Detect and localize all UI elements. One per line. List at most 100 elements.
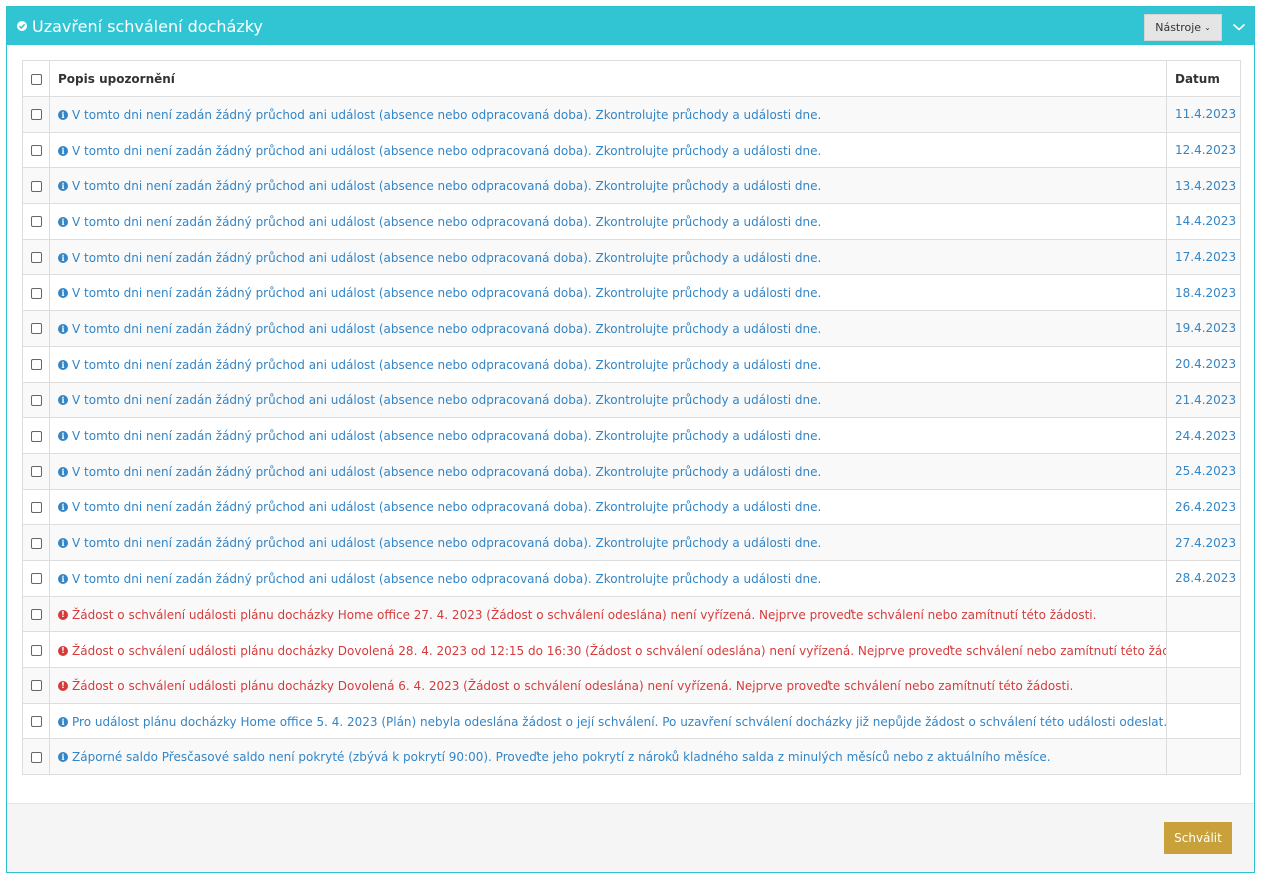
row-checkbox[interactable]: [31, 394, 42, 406]
info-circle-icon: i: [58, 145, 68, 156]
alert-message[interactable]: i V tomto dni není zadán žádný průchod an…: [58, 393, 821, 407]
alert-date[interactable]: 24.4.2023: [1166, 417, 1241, 454]
row-checkbox-cell: [22, 452, 50, 490]
alert-description-cell: i V tomto dni není zadán žádný průchod an…: [49, 167, 1167, 205]
alert-message[interactable]: i V tomto dni není zadán žádný průchod an…: [58, 144, 821, 158]
tools-dropdown-button[interactable]: Nástroje ⌄: [1144, 14, 1222, 41]
row-checkbox[interactable]: [31, 323, 42, 335]
alert-description-cell: i V tomto dni není zadán žádný průchod an…: [49, 524, 1167, 561]
alert-date[interactable]: 26.4.2023: [1166, 488, 1241, 526]
alerts-table: Popis upozornění Datum i V tomto dni není…: [22, 60, 1241, 776]
row-checkbox[interactable]: [31, 644, 42, 656]
row-checkbox[interactable]: [31, 359, 42, 371]
alert-message[interactable]: i V tomto dni není zadán žádný průchod an…: [58, 215, 821, 229]
row-checkbox[interactable]: [31, 430, 42, 442]
alert-text: V tomto dni není zadán žádný průchod ani…: [72, 214, 822, 229]
alert-date[interactable]: [1166, 667, 1241, 704]
row-checkbox-cell: [22, 167, 50, 205]
alert-message[interactable]: i V tomto dni není zadán žádný průchod an…: [58, 500, 821, 514]
alert-date[interactable]: [1166, 702, 1241, 740]
row-checkbox-cell: [22, 131, 50, 169]
row-checkbox-cell: [22, 96, 50, 133]
alert-description-cell: i V tomto dni není zadán žádný průchod an…: [49, 417, 1167, 454]
alert-message[interactable]: i V tomto dni není zadán žádný průchod an…: [58, 108, 821, 122]
row-checkbox[interactable]: [31, 608, 42, 620]
row-checkbox-cell: [22, 310, 50, 347]
row-checkbox[interactable]: [31, 716, 42, 728]
alert-date[interactable]: 27.4.2023: [1166, 524, 1241, 561]
alert-message[interactable]: i V tomto dni není zadán žádný průchod an…: [58, 429, 821, 443]
row-checkbox-cell: [22, 631, 50, 668]
alert-message[interactable]: i V tomto dni není zadán žádný průchod an…: [58, 322, 821, 336]
chevron-down-icon: ⌄: [1204, 23, 1211, 32]
alert-description-cell: ! Žádost o schválení události plánu dochá…: [49, 667, 1167, 704]
row-checkbox[interactable]: [31, 216, 42, 228]
alert-date[interactable]: 28.4.2023: [1166, 559, 1241, 597]
alert-message[interactable]: i Záporné saldo Přesčasové saldo není pok…: [58, 750, 1051, 764]
alert-date[interactable]: 18.4.2023: [1166, 274, 1241, 312]
alert-message[interactable]: i V tomto dni není zadán žádný průchod an…: [58, 179, 821, 193]
alert-date[interactable]: 11.4.2023: [1166, 96, 1241, 133]
alert-message[interactable]: ! Žádost o schválení události plánu dochá…: [58, 608, 1096, 622]
alert-date[interactable]: [1166, 738, 1241, 776]
panel-header: Uzavření schválení docházky Nástroje ⌄: [7, 7, 1254, 45]
row-checkbox[interactable]: [31, 501, 42, 513]
row-checkbox[interactable]: [31, 109, 42, 121]
select-all-checkbox[interactable]: [31, 73, 42, 85]
alert-message[interactable]: i V tomto dni není zadán žádný průchod an…: [58, 251, 821, 265]
alert-date[interactable]: [1166, 595, 1241, 633]
alert-date[interactable]: 12.4.2023: [1166, 131, 1241, 169]
alert-text: V tomto dni není zadán žádný průchod ani…: [72, 536, 822, 551]
alert-text: V tomto dni není zadán žádný průchod ani…: [72, 286, 822, 301]
alert-date[interactable]: 19.4.2023: [1166, 310, 1241, 347]
row-checkbox-cell: [22, 702, 50, 740]
row-checkbox-cell: [22, 203, 50, 240]
table-row: i V tomto dni není zadán žádný průchod an…: [22, 310, 1241, 347]
row-checkbox[interactable]: [31, 680, 42, 692]
table-row: i V tomto dni není zadán žádný průchod an…: [22, 524, 1241, 561]
row-checkbox[interactable]: [31, 751, 42, 763]
alert-date[interactable]: 14.4.2023: [1166, 203, 1241, 240]
column-header-date: Datum: [1166, 60, 1241, 97]
approve-button[interactable]: Schválit: [1164, 822, 1232, 854]
alert-text: Záporné saldo Přesčasové saldo není pokr…: [72, 750, 1051, 765]
alert-message[interactable]: i V tomto dni není zadán žádný průchod an…: [58, 286, 821, 300]
alert-message[interactable]: i V tomto dni není zadán žádný průchod an…: [58, 572, 821, 586]
table-row: i Pro událost plánu docházky Home office …: [22, 702, 1241, 740]
table-row: i V tomto dni není zadán žádný průchod an…: [22, 417, 1241, 454]
alert-date[interactable]: 25.4.2023: [1166, 452, 1241, 490]
row-checkbox-cell: [22, 238, 50, 276]
alert-date[interactable]: 17.4.2023: [1166, 238, 1241, 276]
alert-description-cell: i V tomto dni není zadán žádný průchod an…: [49, 131, 1167, 169]
alert-message[interactable]: i V tomto dni není zadán žádný průchod an…: [58, 536, 821, 550]
alert-message[interactable]: ! Žádost o schválení události plánu dochá…: [58, 679, 1073, 693]
alert-message[interactable]: i V tomto dni není zadán žádný průchod an…: [58, 465, 821, 479]
exclamation-circle-icon: !: [58, 609, 68, 620]
row-checkbox[interactable]: [31, 180, 42, 192]
alert-date[interactable]: 21.4.2023: [1166, 381, 1241, 419]
row-checkbox-cell: [22, 524, 50, 561]
row-checkbox[interactable]: [31, 537, 42, 549]
alert-text: Žádost o schválení události plánu docház…: [72, 607, 1097, 622]
table-header-row: Popis upozornění Datum: [22, 60, 1241, 97]
alert-description-cell: i V tomto dni není zadán žádný průchod an…: [49, 274, 1167, 312]
alert-text: V tomto dni není zadán žádný průchod ani…: [72, 571, 822, 586]
table-row: i V tomto dni není zadán žádný průchod an…: [22, 488, 1241, 526]
alert-message[interactable]: i V tomto dni není zadán žádný průchod an…: [58, 358, 821, 372]
alert-message[interactable]: i Pro událost plánu docházky Home office …: [58, 715, 1166, 729]
alert-date[interactable]: 20.4.2023: [1166, 345, 1241, 383]
row-checkbox[interactable]: [31, 145, 42, 157]
approval-panel: Uzavření schválení docházky Nástroje ⌄ P…: [6, 6, 1255, 873]
row-checkbox[interactable]: [31, 466, 42, 478]
alert-date[interactable]: 13.4.2023: [1166, 167, 1241, 205]
row-checkbox[interactable]: [31, 252, 42, 264]
info-circle-icon: i: [58, 716, 68, 727]
alert-message[interactable]: ! Žádost o schválení události plánu dochá…: [58, 644, 1166, 658]
collapse-button[interactable]: [1226, 15, 1252, 39]
alert-text: V tomto dni není zadán žádný průchod ani…: [72, 357, 822, 372]
alert-date[interactable]: [1166, 631, 1241, 668]
row-checkbox[interactable]: [31, 287, 42, 299]
alert-text: Žádost o schválení události plánu docház…: [72, 679, 1074, 694]
row-checkbox[interactable]: [31, 573, 42, 585]
alert-description-cell: i V tomto dni není zadán žádný průchod an…: [49, 559, 1167, 597]
